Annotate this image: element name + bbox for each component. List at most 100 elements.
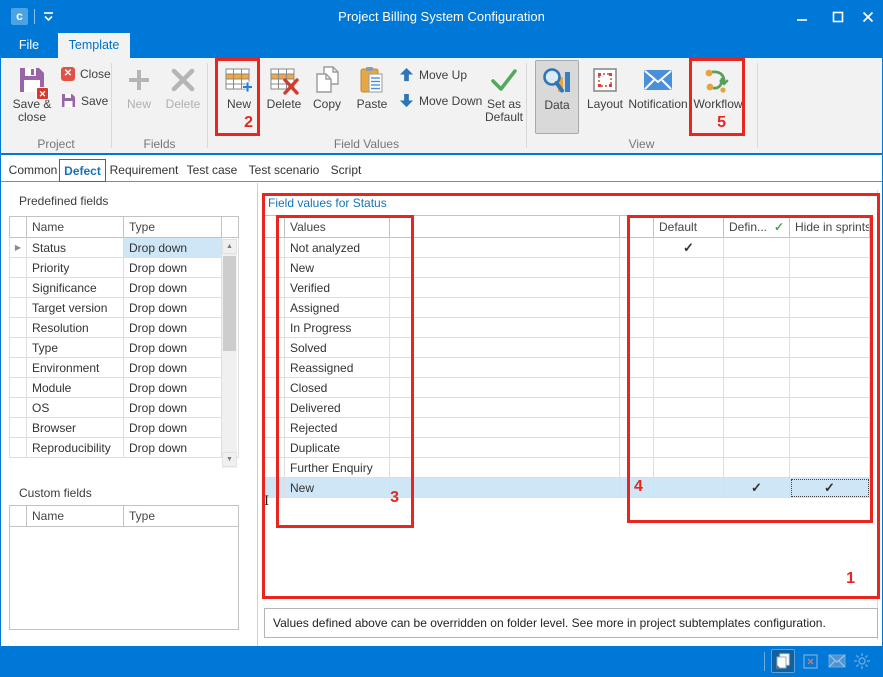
tab-script[interactable]: Script — [325, 159, 367, 181]
move-up-button[interactable]: Move Up — [399, 67, 467, 82]
row-selector[interactable] — [265, 258, 285, 278]
cell-filler[interactable] — [390, 478, 620, 498]
cell-filler[interactable] — [390, 418, 620, 438]
cell-name[interactable]: Reproducibility — [27, 438, 124, 458]
cell-type[interactable]: Drop down — [124, 258, 222, 278]
cell-name[interactable]: Type — [27, 338, 124, 358]
mail-status-button[interactable] — [825, 649, 849, 673]
cell-defined[interactable] — [724, 298, 790, 318]
cell-type[interactable]: Drop down — [124, 438, 222, 458]
cell-defined[interactable] — [724, 418, 790, 438]
cell-name[interactable]: Browser — [27, 418, 124, 438]
cell-hide[interactable] — [790, 258, 870, 278]
cell-name[interactable]: Resolution — [27, 318, 124, 338]
cell-default[interactable] — [654, 258, 724, 278]
table-row[interactable]: New — [265, 258, 870, 278]
tab-test-case[interactable]: Test case — [182, 159, 242, 181]
cell-value[interactable]: Assigned — [285, 298, 390, 318]
column-header-values[interactable]: Values — [285, 216, 390, 238]
cell-default[interactable] — [654, 338, 724, 358]
cell-spacer[interactable] — [620, 398, 654, 418]
cell-value[interactable]: Closed — [285, 378, 390, 398]
empty-area[interactable] — [10, 527, 239, 630]
row-selector[interactable] — [10, 418, 27, 438]
table-row[interactable]: ▶ Status Drop down — [10, 238, 239, 258]
cell-type[interactable]: Drop down — [124, 358, 222, 378]
row-selector[interactable] — [10, 278, 27, 298]
tab-common[interactable]: Common — [7, 159, 59, 181]
cell-filler[interactable] — [390, 358, 620, 378]
cell-filler[interactable] — [390, 298, 620, 318]
table-row[interactable]: EnvironmentDrop down — [10, 358, 239, 378]
table-row[interactable]: Duplicate — [265, 438, 870, 458]
cell-default[interactable] — [654, 278, 724, 298]
cell-type[interactable]: Drop down — [124, 418, 222, 438]
cell-spacer[interactable] — [620, 438, 654, 458]
row-selector[interactable] — [10, 258, 27, 278]
cell-hide[interactable] — [790, 338, 870, 358]
cell-type[interactable]: Drop down — [124, 338, 222, 358]
cell-defined-check[interactable]: ✓ — [724, 478, 790, 498]
row-selector[interactable] — [10, 438, 27, 458]
cell-filler[interactable] — [390, 398, 620, 418]
table-row[interactable]: ResolutionDrop down — [10, 318, 239, 338]
close-project-button[interactable]: ✕ Close — [61, 67, 111, 81]
cell-default[interactable] — [654, 298, 724, 318]
row-selector[interactable] — [265, 338, 285, 358]
paste-button[interactable]: Paste — [351, 62, 393, 111]
column-header-hide-in-sprints[interactable]: Hide in sprints — [790, 216, 870, 238]
cell-value[interactable]: Delivered — [285, 398, 390, 418]
cell-hide[interactable] — [790, 418, 870, 438]
cell-filler[interactable] — [390, 338, 620, 358]
tab-file[interactable]: File — [1, 33, 57, 58]
table-row[interactable]: In Progress — [265, 318, 870, 338]
cell-spacer[interactable] — [620, 378, 654, 398]
row-selector[interactable] — [265, 418, 285, 438]
set-as-default-button[interactable]: Set as Default — [479, 62, 529, 124]
cell-defined[interactable] — [724, 438, 790, 458]
row-selector[interactable] — [265, 318, 285, 338]
table-row[interactable]: PriorityDrop down — [10, 258, 239, 278]
cell-default[interactable] — [654, 458, 724, 478]
cell-defined[interactable] — [724, 278, 790, 298]
settings-status-button[interactable] — [850, 649, 874, 673]
cell-hide[interactable] — [790, 278, 870, 298]
table-row[interactable]: ReproducibilityDrop down — [10, 438, 239, 458]
row-selector-header[interactable] — [10, 506, 27, 527]
row-selector[interactable] — [265, 298, 285, 318]
cell-value[interactable]: Duplicate — [285, 438, 390, 458]
cell-spacer[interactable] — [620, 258, 654, 278]
save-button[interactable]: Save — [61, 93, 108, 108]
copy-button[interactable]: Copy — [308, 62, 346, 111]
cell-filler[interactable] — [390, 278, 620, 298]
cell-default[interactable] — [654, 378, 724, 398]
table-row[interactable]: Reassigned — [265, 358, 870, 378]
view-layout-button[interactable]: Layout — [583, 62, 627, 111]
empty-table-body[interactable] — [10, 527, 239, 630]
row-selector[interactable] — [10, 298, 27, 318]
row-selector[interactable] — [265, 358, 285, 378]
column-header-type[interactable]: Type — [124, 217, 222, 238]
save-and-close-button[interactable]: ✕ Save & close — [7, 62, 57, 124]
minimize-button[interactable] — [787, 0, 817, 33]
cell-value[interactable]: Not analyzed — [285, 238, 390, 258]
table-row[interactable]: TypeDrop down — [10, 338, 239, 358]
cell-spacer[interactable] — [620, 418, 654, 438]
cell-defined[interactable] — [724, 258, 790, 278]
move-down-button[interactable]: Move Down — [399, 93, 482, 108]
table-row[interactable]: Not analyzed✓ — [265, 238, 870, 258]
table-row[interactable]: Closed — [265, 378, 870, 398]
tab-requirement[interactable]: Requirement — [107, 159, 181, 181]
cell-defined[interactable] — [724, 378, 790, 398]
table-row-selected[interactable]: New ✓ ✓ — [265, 478, 870, 498]
cell-defined[interactable] — [724, 458, 790, 478]
row-selector[interactable] — [265, 398, 285, 418]
cell-default[interactable] — [654, 318, 724, 338]
cell-spacer[interactable] — [620, 318, 654, 338]
cell-defined[interactable] — [724, 398, 790, 418]
maximize-button[interactable] — [823, 0, 853, 33]
view-workflow-button[interactable]: Workflow — [692, 62, 744, 111]
cell-spacer[interactable] — [620, 358, 654, 378]
tab-test-scenario[interactable]: Test scenario — [244, 159, 324, 181]
row-selector[interactable] — [10, 338, 27, 358]
